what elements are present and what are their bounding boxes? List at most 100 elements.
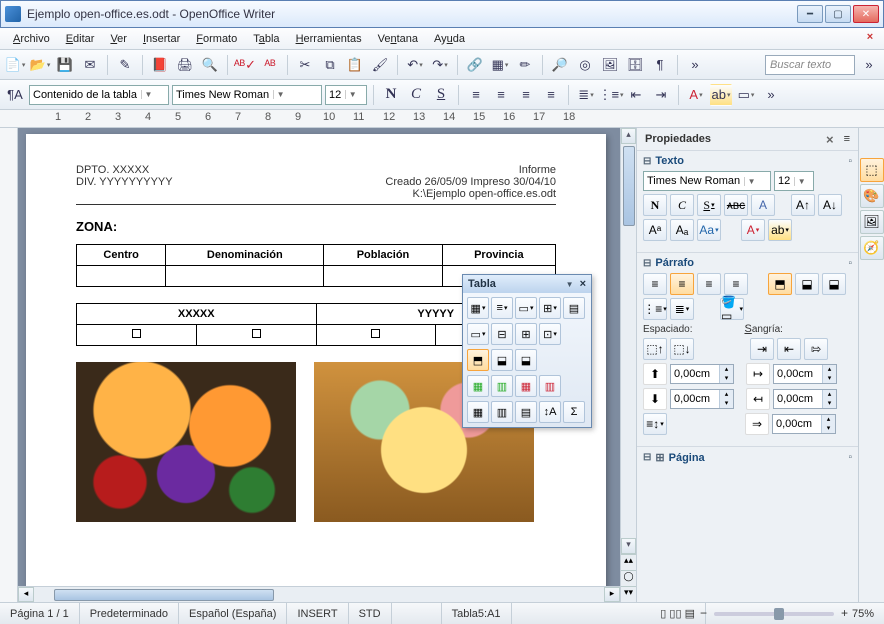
- sidebar-tab-properties[interactable]: ⬚: [860, 158, 884, 182]
- email-button[interactable]: ✉: [79, 54, 101, 76]
- edit-button[interactable]: ✎: [114, 54, 136, 76]
- tb-sum[interactable]: Σ: [563, 401, 585, 423]
- sb-valign-mid[interactable]: ⬓: [795, 273, 819, 295]
- bullet-list-button[interactable]: ⋮≡: [600, 84, 622, 106]
- sb-bullets-button[interactable]: ⋮≡: [643, 298, 667, 320]
- image-fruits[interactable]: [76, 362, 296, 522]
- sb-indent-inc[interactable]: ⇥: [750, 338, 774, 360]
- sb-strike-button[interactable]: ᴀʙᴄ: [724, 194, 748, 216]
- search-input[interactable]: Buscar texto: [765, 55, 855, 75]
- tb-valign-bottom[interactable]: ⬓: [515, 349, 537, 371]
- autospell-button[interactable]: ᴬᴮ: [259, 54, 281, 76]
- hscroll-right[interactable]: ▸: [604, 587, 620, 602]
- indent-button[interactable]: ⇥: [650, 84, 672, 106]
- tabla-floating-panel[interactable]: Tabla ▼ × ▦ ≡ ▭ ⊞ ▤ ▭ ⊟ ⊞ ⊡ ⬒ ⬓ ⬓ ▦ ▥ ▦ …: [462, 274, 592, 428]
- horizontal-scrollbar[interactable]: ◂ ▸: [18, 586, 620, 602]
- redo-button[interactable]: ↷: [429, 54, 451, 76]
- align-center-button[interactable]: ≡: [490, 84, 512, 106]
- sb-indent-first[interactable]: ⇰: [804, 338, 828, 360]
- sb-spacing-dec[interactable]: ⬚↓: [670, 338, 694, 360]
- menu-herramientas[interactable]: Herramientas: [289, 31, 369, 47]
- numbered-list-button[interactable]: ≣: [575, 84, 597, 106]
- tabla-panel-close[interactable]: ×: [580, 278, 586, 290]
- tb-line-color[interactable]: ▭: [515, 297, 537, 319]
- menu-ayuda[interactable]: Ayuda: [427, 31, 472, 47]
- tb-valign-top[interactable]: ⬒: [467, 349, 489, 371]
- close-button[interactable]: ✕: [853, 5, 879, 23]
- para-section-more[interactable]: ▫: [848, 258, 852, 269]
- bold-button[interactable]: N: [380, 84, 402, 106]
- justify-button[interactable]: ≡: [540, 84, 562, 106]
- open-button[interactable]: 📂: [29, 54, 51, 76]
- sidebar-page-section[interactable]: ⊞ Página▫: [637, 446, 858, 468]
- tb-valign-center[interactable]: ⬓: [491, 349, 513, 371]
- hyperlink-button[interactable]: 🔗: [464, 54, 486, 76]
- sb-align-left[interactable]: ≡: [643, 273, 667, 295]
- minimize-button[interactable]: ━: [797, 5, 823, 23]
- italic-button[interactable]: C: [405, 84, 427, 106]
- draw-button[interactable]: ✏: [514, 54, 536, 76]
- navigator-button[interactable]: ◎: [574, 54, 596, 76]
- tb-borders[interactable]: ⊞: [539, 297, 561, 319]
- tabla-panel-menu[interactable]: ▼: [566, 280, 574, 289]
- cut-button[interactable]: ✂: [294, 54, 316, 76]
- vertical-ruler[interactable]: [0, 128, 18, 602]
- tb-delete-row[interactable]: ▦: [515, 375, 537, 397]
- tb-merge[interactable]: ⊟: [491, 323, 513, 345]
- sb-justify[interactable]: ≡: [724, 273, 748, 295]
- underline-button[interactable]: S: [430, 84, 452, 106]
- save-button[interactable]: 💾: [54, 54, 76, 76]
- tb-optimize[interactable]: ⊡: [539, 323, 561, 345]
- tb-select-table[interactable]: ▦: [467, 401, 489, 423]
- tb-split[interactable]: ⊞: [515, 323, 537, 345]
- sb-shadow-button[interactable]: A: [751, 194, 775, 216]
- spellcheck-button[interactable]: ᴬᴮ✓: [234, 54, 256, 76]
- sidebar-close-icon[interactable]: ×: [826, 132, 834, 147]
- align-right-button[interactable]: ≡: [515, 84, 537, 106]
- tb-insert-row[interactable]: ▦: [467, 375, 489, 397]
- nonprinting-button[interactable]: ¶: [649, 54, 671, 76]
- bgcolor-button[interactable]: ▭: [735, 84, 757, 106]
- preview-button[interactable]: 🔍: [199, 54, 221, 76]
- menu-archivo[interactable]: Archivo: [6, 31, 57, 47]
- tb-insert-table[interactable]: ▦: [467, 297, 489, 319]
- menu-editar[interactable]: Editar: [59, 31, 102, 47]
- format-paint-button[interactable]: 🖌: [369, 54, 391, 76]
- menu-ver[interactable]: Ver: [103, 31, 134, 47]
- sb-underline-button[interactable]: S: [697, 194, 721, 216]
- print-button[interactable]: 🖨: [174, 54, 196, 76]
- status-lang[interactable]: Español (España): [179, 603, 287, 624]
- table-insert-button[interactable]: ▦: [489, 54, 511, 76]
- menu-tabla[interactable]: Tabla: [246, 31, 286, 47]
- search-more[interactable]: »: [858, 54, 880, 76]
- sb-numbering-button[interactable]: ≣: [670, 298, 694, 320]
- page-section-more[interactable]: ▫: [848, 452, 852, 463]
- sb-highlight-button[interactable]: ab: [768, 219, 792, 241]
- status-viewlayout[interactable]: ▯ ▯▯ ▤: [650, 603, 706, 624]
- align-left-button[interactable]: ≡: [465, 84, 487, 106]
- toolbar-more[interactable]: »: [684, 54, 706, 76]
- sidebar-tab-navigator[interactable]: 🧭: [860, 236, 884, 260]
- tb-autoformat[interactable]: ▤: [563, 297, 585, 319]
- sb-font-combo[interactable]: Times New Roman▼: [643, 171, 771, 191]
- sb-size-combo[interactable]: 12▼: [774, 171, 814, 191]
- tb-line-style[interactable]: ≡: [491, 297, 513, 319]
- font-name-combo[interactable]: Times New Roman▼: [172, 85, 322, 105]
- horizontal-ruler[interactable]: 123456789101112131415161718: [0, 110, 884, 128]
- sb-align-center[interactable]: ≡: [670, 273, 694, 295]
- nav-prev-page[interactable]: ▴▴: [621, 554, 636, 570]
- sb-italic-button[interactable]: C: [670, 194, 694, 216]
- status-cell[interactable]: Tabla5:A1: [442, 603, 512, 624]
- maximize-button[interactable]: ▢: [825, 5, 851, 23]
- copy-button[interactable]: ⧉: [319, 54, 341, 76]
- export-pdf-button[interactable]: 📕: [149, 54, 171, 76]
- text-section-more[interactable]: ▫: [848, 156, 852, 167]
- undo-button[interactable]: ↶: [404, 54, 426, 76]
- sidebar-tab-gallery[interactable]: 🖼: [860, 210, 884, 234]
- sb-grow-font[interactable]: A↑: [791, 194, 815, 216]
- vscroll-down[interactable]: ▾: [621, 538, 636, 554]
- sb-valign-bot[interactable]: ⬓: [822, 273, 846, 295]
- status-insert[interactable]: INSERT: [287, 603, 348, 624]
- styles-button[interactable]: ¶A: [4, 84, 26, 106]
- tabla-panel-title[interactable]: Tabla ▼ ×: [463, 275, 591, 293]
